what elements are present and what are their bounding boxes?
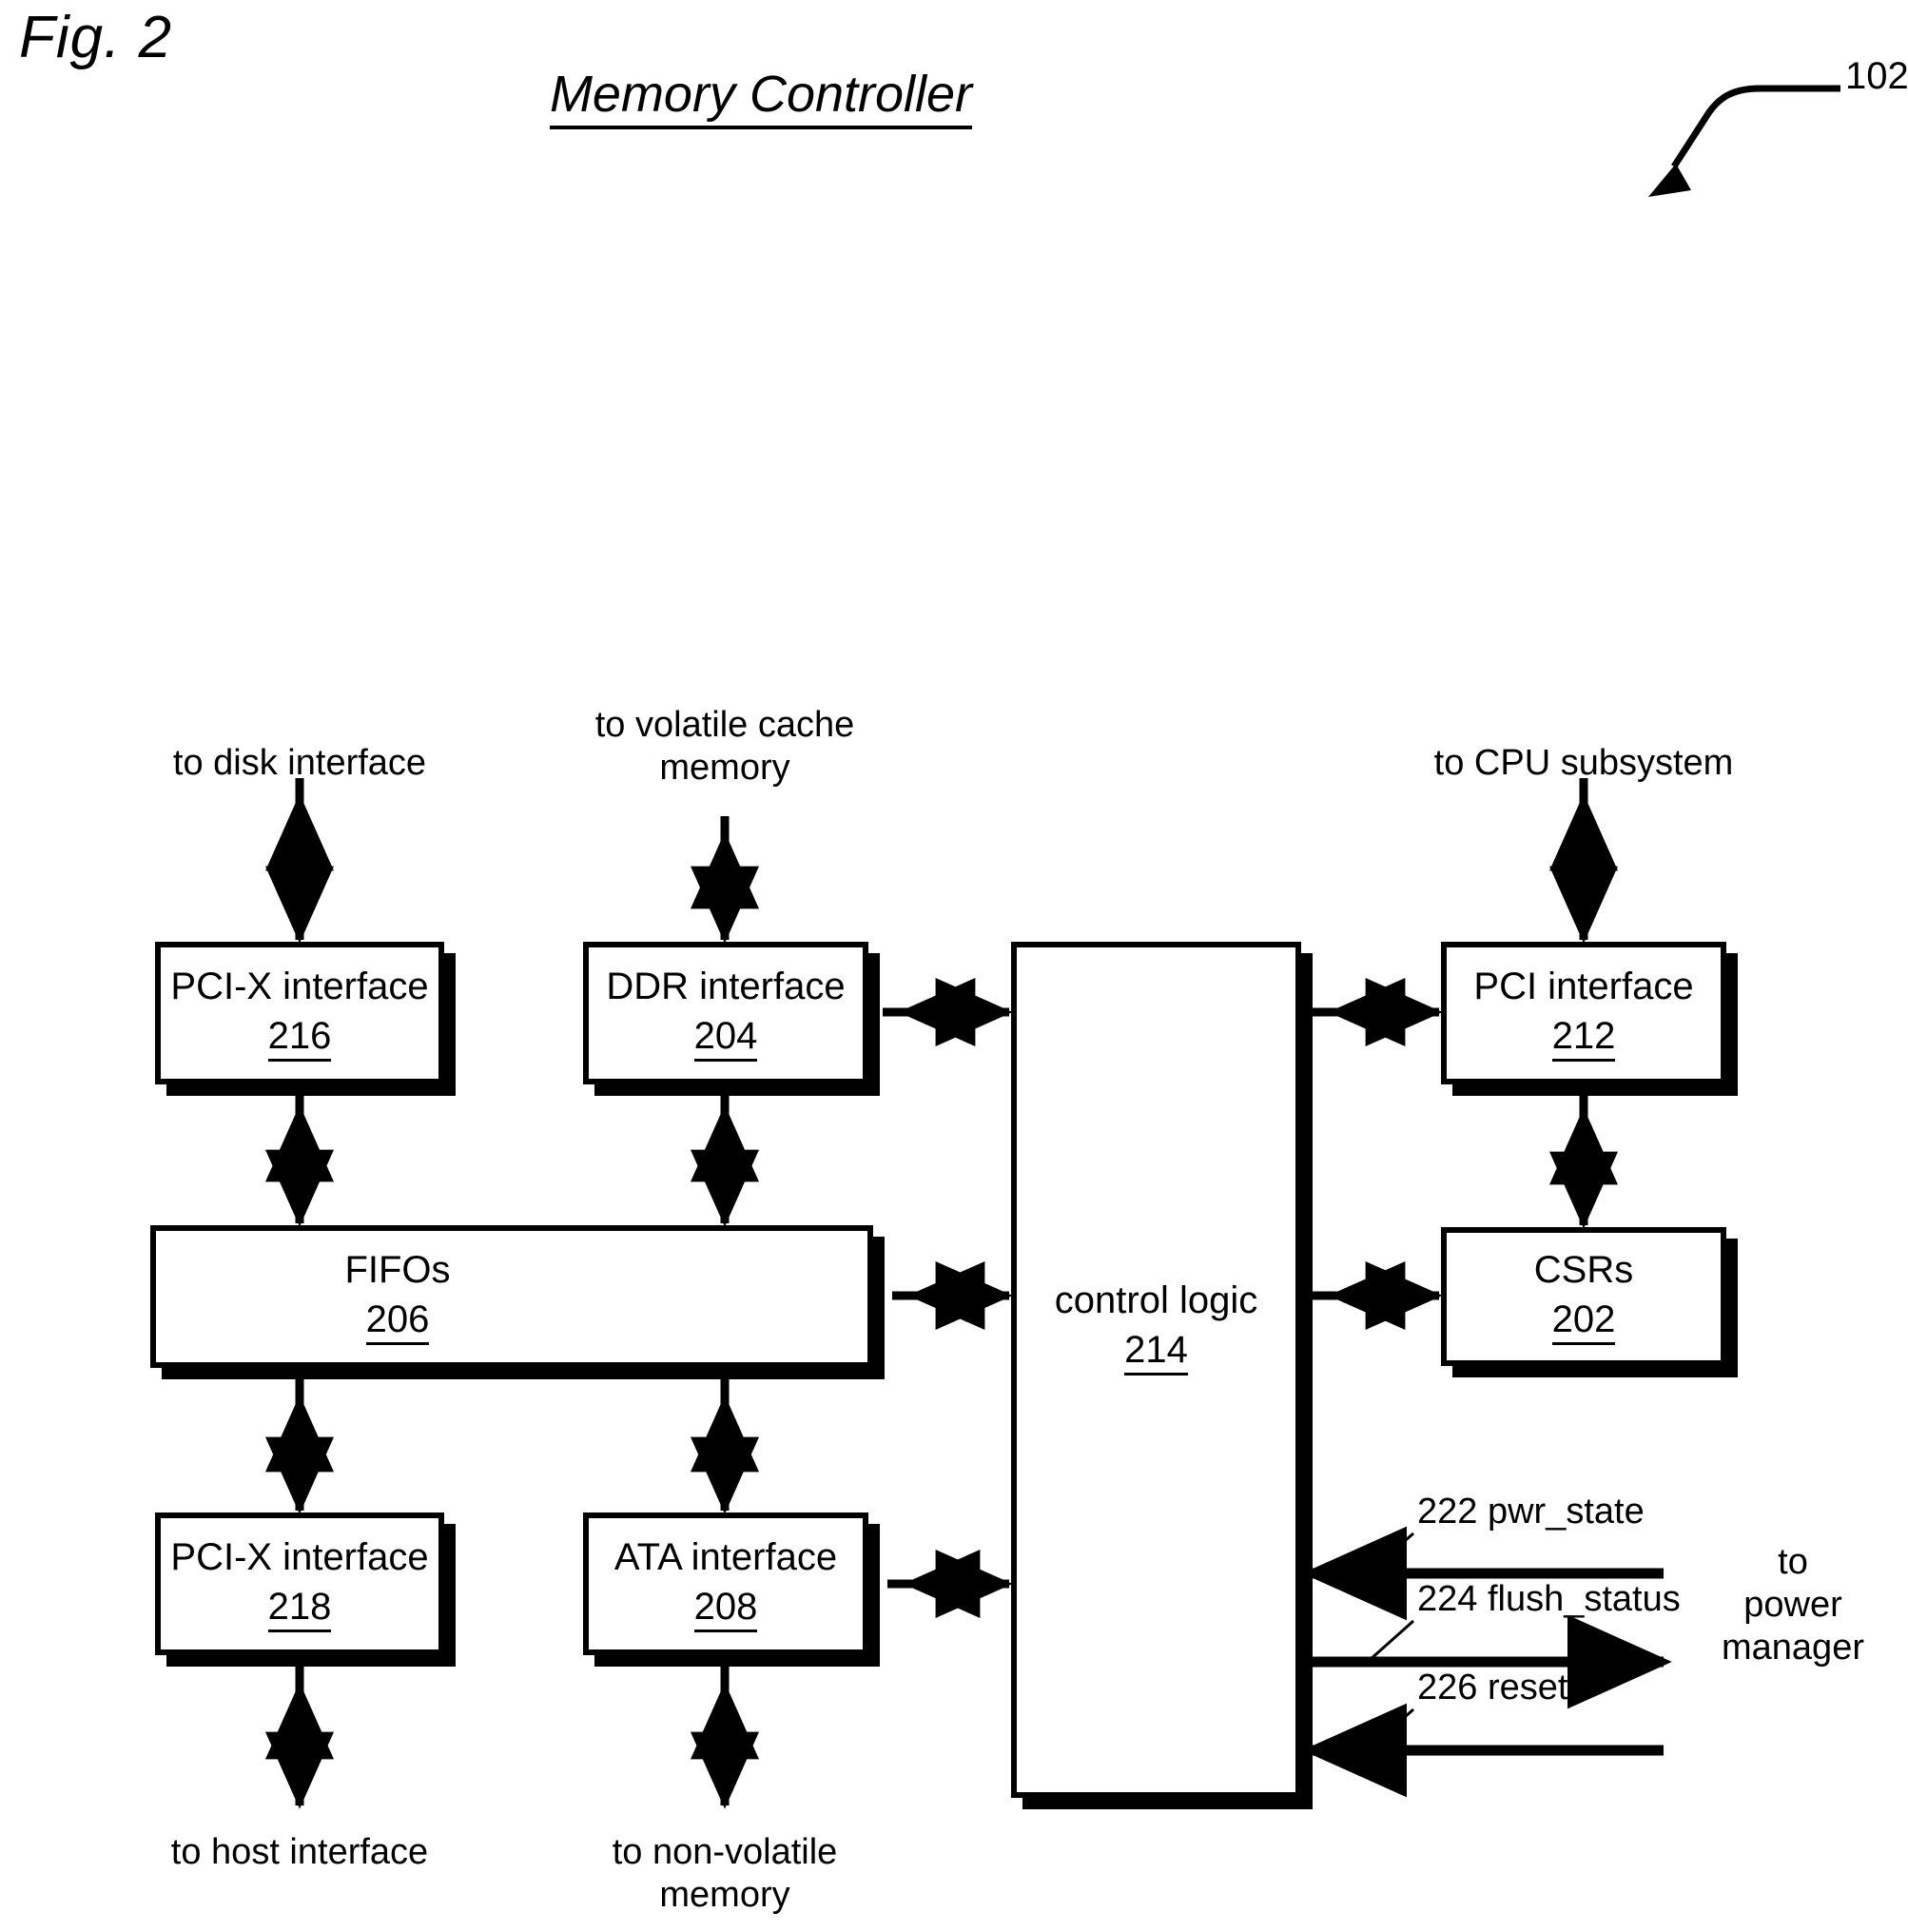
block-content: control logic 214 bbox=[1017, 947, 1295, 1792]
block-number: 212 bbox=[1551, 1014, 1616, 1062]
block-ddr-204[interactable]: DDR interface 204 bbox=[583, 942, 880, 1096]
block-number: 214 bbox=[1124, 1328, 1188, 1376]
block-content: PCI interface 212 bbox=[1447, 947, 1721, 1079]
figure-title-text: Memory Controller bbox=[549, 66, 973, 129]
block-pci-212[interactable]: PCI interface 212 bbox=[1441, 942, 1738, 1096]
io-label-line: manager bbox=[1722, 1627, 1864, 1668]
io-label-line: to non-volatile bbox=[612, 1832, 838, 1872]
block-content: PCI-X interface 216 bbox=[161, 947, 438, 1079]
block-fifos-206[interactable]: FIFOs 206 bbox=[150, 1225, 885, 1379]
block-control-logic-214[interactable]: control logic 214 bbox=[1011, 942, 1313, 1809]
block-number: 208 bbox=[693, 1585, 758, 1632]
block-title: ATA interface bbox=[613, 1536, 838, 1578]
block-title: FIFOs bbox=[344, 1249, 451, 1291]
block-content: DDR interface 204 bbox=[589, 947, 863, 1079]
io-label-host-interface: to host interface bbox=[109, 1831, 490, 1874]
lead-line-222 bbox=[1369, 1532, 1414, 1573]
io-label-line: to volatile cache bbox=[594, 705, 855, 745]
block-content: ATA interface 208 bbox=[589, 1518, 863, 1649]
block-pcix-218[interactable]: PCI-X interface 218 bbox=[155, 1512, 456, 1667]
io-label-line: to bbox=[1778, 1542, 1808, 1582]
signal-label-226-reset: 226 reset bbox=[1417, 1668, 1568, 1708]
block-number: 204 bbox=[693, 1014, 758, 1062]
reference-number-102: 102 bbox=[1845, 55, 1908, 97]
io-label-line: to host interface bbox=[170, 1832, 429, 1872]
block-content: PCI-X interface 218 bbox=[161, 1518, 438, 1649]
block-title: PCI-X interface bbox=[170, 966, 429, 1007]
io-label-line: power bbox=[1743, 1584, 1842, 1625]
block-content: CSRs 202 bbox=[1447, 1233, 1721, 1360]
lead-line-102 bbox=[1671, 85, 1840, 168]
block-title: DDR interface bbox=[606, 966, 846, 1007]
figure-title: Memory Controller bbox=[0, 65, 1522, 129]
io-label-line: to CPU subsystem bbox=[1433, 743, 1734, 783]
signal-label-222-pwr-state: 222 pwr_state bbox=[1417, 1492, 1645, 1532]
block-number: 218 bbox=[267, 1585, 332, 1632]
io-label-line: memory bbox=[659, 747, 790, 788]
block-ata-208[interactable]: ATA interface 208 bbox=[583, 1512, 880, 1667]
signal-label-224-flush-status: 224 flush_status bbox=[1417, 1579, 1681, 1619]
io-label-volatile-cache-memory: to volatile cache memory bbox=[535, 704, 915, 790]
block-pcix-216[interactable]: PCI-X interface 216 bbox=[155, 942, 456, 1096]
block-number: 216 bbox=[267, 1014, 332, 1062]
block-title: CSRs bbox=[1533, 1249, 1634, 1291]
figure-label: Fig. 2 bbox=[19, 5, 173, 70]
io-label-cpu-subsystem: to CPU subsystem bbox=[1393, 742, 1774, 785]
block-title: control logic bbox=[1054, 1279, 1258, 1321]
lead-line-226 bbox=[1369, 1708, 1414, 1750]
block-content: FIFOs 206 bbox=[156, 1231, 867, 1362]
block-number: 202 bbox=[1551, 1298, 1616, 1345]
io-label-power-manager: to power manager bbox=[1684, 1541, 1902, 1669]
io-label-line: to disk interface bbox=[172, 743, 427, 783]
lead-arrowhead-102 bbox=[1648, 164, 1691, 197]
block-title: PCI interface bbox=[1473, 966, 1694, 1007]
lead-line-224 bbox=[1369, 1619, 1414, 1662]
io-label-line: memory bbox=[659, 1874, 790, 1915]
io-label-disk-interface: to disk interface bbox=[109, 742, 490, 785]
block-number: 206 bbox=[365, 1298, 430, 1345]
block-csrs-202[interactable]: CSRs 202 bbox=[1441, 1227, 1738, 1377]
io-label-nonvolatile-memory: to non-volatile memory bbox=[535, 1831, 915, 1917]
block-title: PCI-X interface bbox=[170, 1536, 429, 1578]
figure-canvas: Fig. 2 Memory Controller 102 PCI-X inter… bbox=[0, 0, 1908, 1932]
